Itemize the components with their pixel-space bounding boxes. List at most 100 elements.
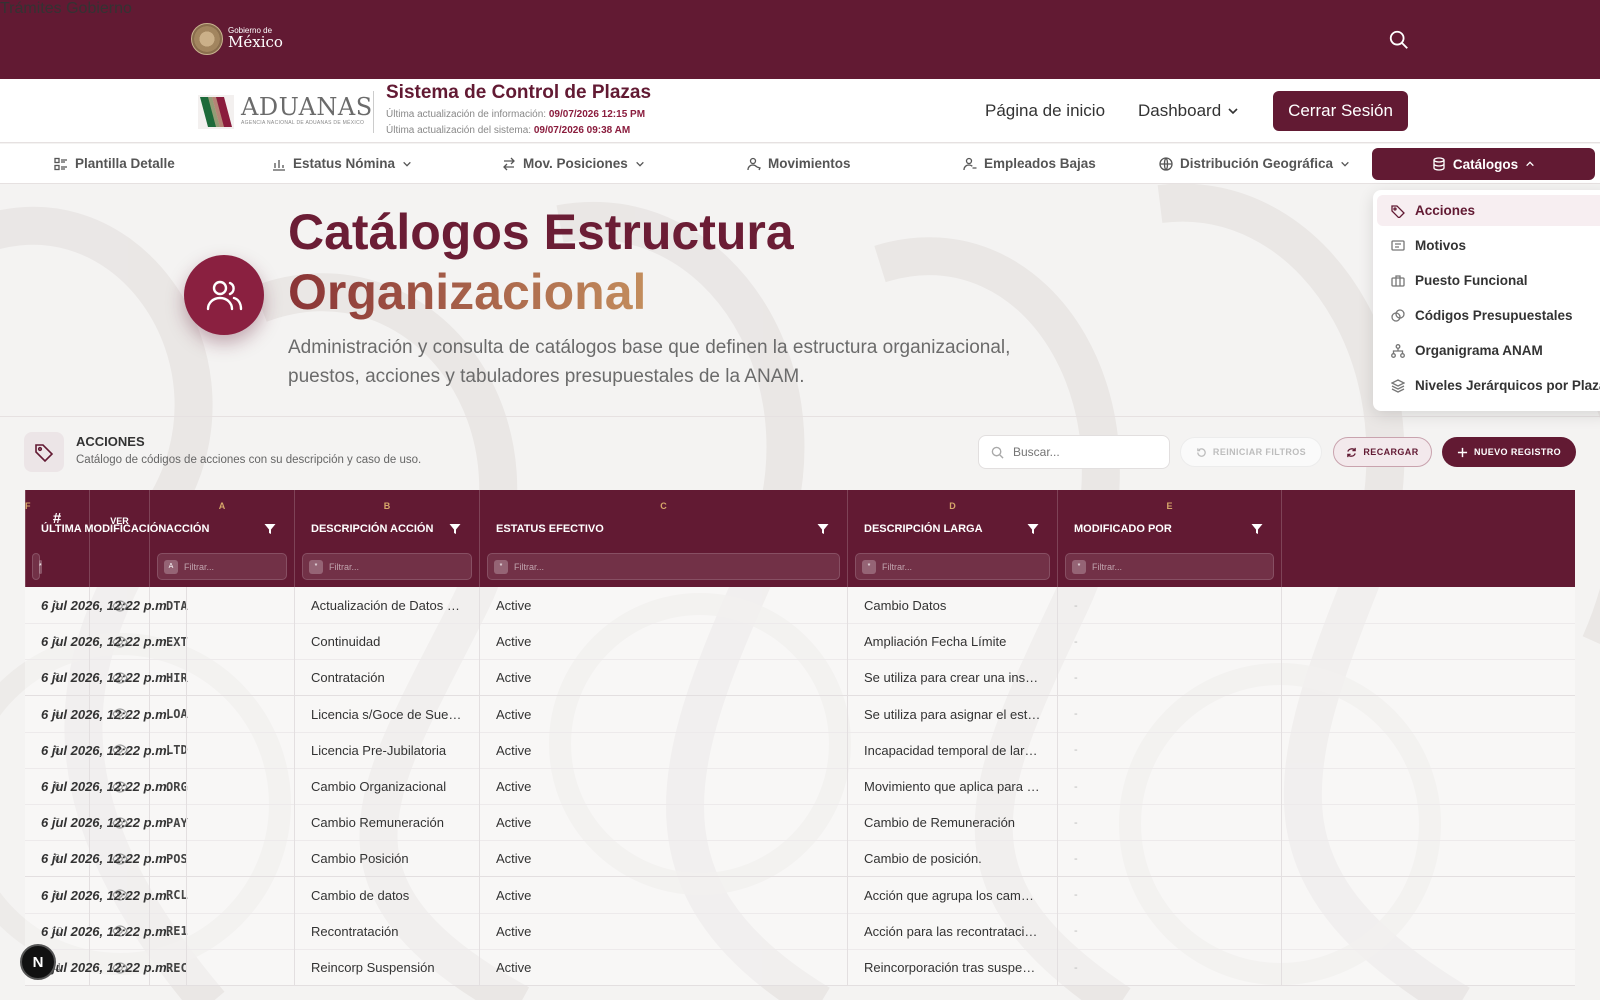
filter-icon[interactable]	[817, 523, 829, 535]
gov-nav-gobierno[interactable]: Gobierno	[66, 0, 132, 17]
plus-icon	[1457, 447, 1468, 457]
column-filter[interactable]: *	[855, 553, 1050, 580]
cell-modificado-por: -	[1058, 840, 1282, 878]
cell-descripcion-larga-text: Cambio de posición.	[864, 851, 982, 867]
column-filter-input[interactable]	[514, 561, 790, 572]
cell-ultima-modificacion-text: 6 jul 2026, 12:22 p.m.	[41, 887, 171, 903]
table-row[interactable]: 6 ORG Cambio Organizacional Active Movimient…	[25, 768, 1575, 805]
column-header[interactable]: A ACCIÓN A	[150, 490, 295, 587]
column-header[interactable]: B DESCRIPCIÓN ACCIÓN *	[295, 490, 480, 587]
column-filter-input[interactable]	[882, 561, 1032, 572]
table-row[interactable]: 2 EXT Continuidad Active Ampliación Fecha Lí…	[25, 623, 1575, 661]
search-input[interactable]	[1013, 445, 1153, 459]
menu-item-acciones[interactable]: Acciones	[1377, 195, 1600, 226]
column-filter-input[interactable]	[329, 561, 459, 572]
cell-modificado-por-text: -	[1074, 816, 1078, 829]
gov-nav-tramites[interactable]: Trámites	[0, 0, 62, 17]
filter-mode-badge[interactable]: A	[164, 559, 178, 574]
menu-item-niveles-jerarquicos[interactable]: Niveles Jerárquicos por Plaza	[1377, 370, 1600, 401]
filter-mode-badge[interactable]: *	[309, 559, 323, 574]
nav-empleados-bajas[interactable]: Empleados Bajas	[963, 156, 1096, 171]
gobierno-de-mexico-logo[interactable]: Gobierno de México	[191, 23, 283, 55]
menu-item-label: Puesto Funcional	[1415, 273, 1528, 288]
cell-descripcion-larga: Movimiento que aplica para los cambios o…	[848, 768, 1058, 805]
filter-icon[interactable]	[1251, 523, 1263, 535]
column-header[interactable]: E MODIFICADO POR *	[1058, 490, 1282, 587]
home-link[interactable]: Página de inicio	[985, 101, 1105, 121]
nav-catalogos[interactable]: Catálogos	[1372, 148, 1595, 180]
dashboard-label: Dashboard	[1138, 101, 1222, 120]
table-row[interactable]: 9 RCL Cambio de datos Active Acción que agru…	[25, 876, 1575, 914]
reset-filters-button[interactable]: REINICIAR FILTROS	[1180, 437, 1322, 467]
cell-estatus-text: Active	[496, 598, 532, 613]
filter-mode-badge[interactable]: *	[862, 559, 876, 574]
column-filter[interactable]: *	[302, 553, 472, 580]
filter-mode-badge[interactable]: *	[39, 559, 42, 574]
table-row[interactable]: 3 HIR Contratación Active Se utiliza para cr…	[25, 659, 1575, 697]
header-divider	[373, 91, 374, 133]
cell-estatus-text: Active	[496, 815, 532, 831]
cell-modificado-por-text: -	[1074, 708, 1078, 721]
menu-item-puesto-funcional[interactable]: Puesto Funcional	[1377, 265, 1600, 296]
table-row[interactable]: 8 POS Cambio Posición Active Cambio de posic…	[25, 840, 1575, 878]
filter-icon[interactable]	[449, 523, 461, 535]
dashboard-menu[interactable]: Dashboard	[1138, 101, 1239, 121]
nav-estatus-nomina[interactable]: Estatus Nómina	[272, 156, 412, 171]
cell-descripcion: Contratación	[295, 659, 480, 697]
database-icon	[1433, 157, 1445, 171]
menu-item-codigos-presupuestales[interactable]: Códigos Presupuestales	[1377, 300, 1600, 331]
reload-button[interactable]: RECARGAR	[1333, 437, 1432, 467]
column-filter[interactable]: A	[157, 553, 287, 580]
cell-ultima-modificacion: 6 jul 2026, 12:22 p.m.	[25, 731, 188, 769]
new-record-button[interactable]: NUEVO REGISTRO	[1442, 437, 1576, 467]
nav-distribucion-geografica[interactable]: Distribución Geográfica	[1159, 156, 1350, 171]
column-header-ver: VER	[90, 490, 150, 587]
cell-descripcion: Continuidad	[295, 623, 480, 661]
filter-icon[interactable]	[1027, 523, 1039, 535]
chevron-down-icon	[1228, 108, 1238, 115]
column-filter-input[interactable]	[1092, 561, 1253, 572]
cell-ultima-modificacion: 6 jul 2026, 12:22 p.m.	[25, 912, 188, 950]
cell-ultima-modificacion: 6 jul 2026, 12:22 p.m.	[25, 840, 188, 878]
filter-icon[interactable]	[264, 523, 276, 535]
cell-descripcion-larga-text: Se utiliza para asignar el estado de Per…	[864, 706, 1057, 722]
nav-movimientos[interactable]: Movimientos	[747, 156, 851, 171]
column-header[interactable]: F ÚLTIMA MODIFICACIÓN *	[25, 490, 166, 587]
table-search[interactable]	[978, 435, 1170, 469]
filter-mode-badge[interactable]: *	[1072, 559, 1086, 574]
table-row[interactable]: 1DTAActualización de Datos Servicio Soci…	[25, 587, 1575, 624]
column-filter-input[interactable]	[184, 561, 282, 572]
table-row[interactable]: 5 LTD Licencia Pre-Jubilatoria Active Incapa…	[25, 731, 1575, 769]
cell-descripcion-larga: Acción que agrupa los cambios de datos p…	[848, 876, 1058, 914]
cell-descripcion-text: Continuidad	[311, 634, 381, 650]
cell-descripcion-larga-text: Acción que agrupa los cambios de datos p…	[864, 887, 1057, 903]
column-header[interactable]: D DESCRIPCIÓN LARGA *	[848, 490, 1058, 587]
system-update-line: Última actualización del sistema: 09/07/…	[386, 125, 630, 136]
column-header[interactable]: C ESTATUS EFECTIVO *	[480, 490, 848, 587]
column-filter[interactable]: *	[1065, 553, 1274, 580]
refresh-icon	[1347, 447, 1357, 457]
table-header: #VERAACCIÓNABDESCRIPCIÓN ACCIÓN*CESTATUS…	[25, 490, 1575, 587]
column-filter[interactable]: *	[32, 553, 42, 580]
table-row[interactable]: 4 LOA Licencia s/Goce de Sueldo Active Se ut…	[25, 695, 1575, 733]
table-row[interactable]: 11 REC Reincorp Suspensión Active Reincorpor…	[25, 949, 1575, 986]
cell-ultima-modificacion-text: 6 jul 2026, 12:22 p.m.	[41, 851, 171, 867]
filter-mode-badge[interactable]: *	[494, 559, 508, 574]
next-dev-badge[interactable]: N	[20, 944, 56, 980]
menu-item-organigrama[interactable]: Organigrama ANAM	[1377, 335, 1600, 366]
column-letter: D	[949, 501, 956, 511]
reset-icon	[1197, 447, 1206, 457]
menu-item-motivos[interactable]: Motivos	[1377, 230, 1600, 261]
cell-estatus-text: Active	[496, 706, 532, 722]
cell-descripcion-text: Recontratación	[311, 923, 399, 939]
search-icon[interactable]	[1388, 29, 1410, 51]
nav-plantilla-detalle[interactable]: Plantilla Detalle	[54, 156, 175, 171]
cell-descripcion-text: Cambio Remuneración	[311, 815, 444, 831]
column-filter[interactable]: *	[487, 553, 840, 580]
cell-modificado-por-text: -	[1074, 599, 1078, 612]
table-row[interactable]: 7 PAY Cambio Remuneración Active Cambio de R…	[25, 804, 1575, 842]
nav-mov-posiciones[interactable]: Mov. Posiciones	[502, 156, 645, 171]
table-row[interactable]: 10 RE1 Recontratación Active Acción para las…	[25, 912, 1575, 950]
logout-button[interactable]: Cerrar Sesión	[1273, 91, 1408, 131]
cell-modificado-por-text: -	[1074, 961, 1078, 974]
